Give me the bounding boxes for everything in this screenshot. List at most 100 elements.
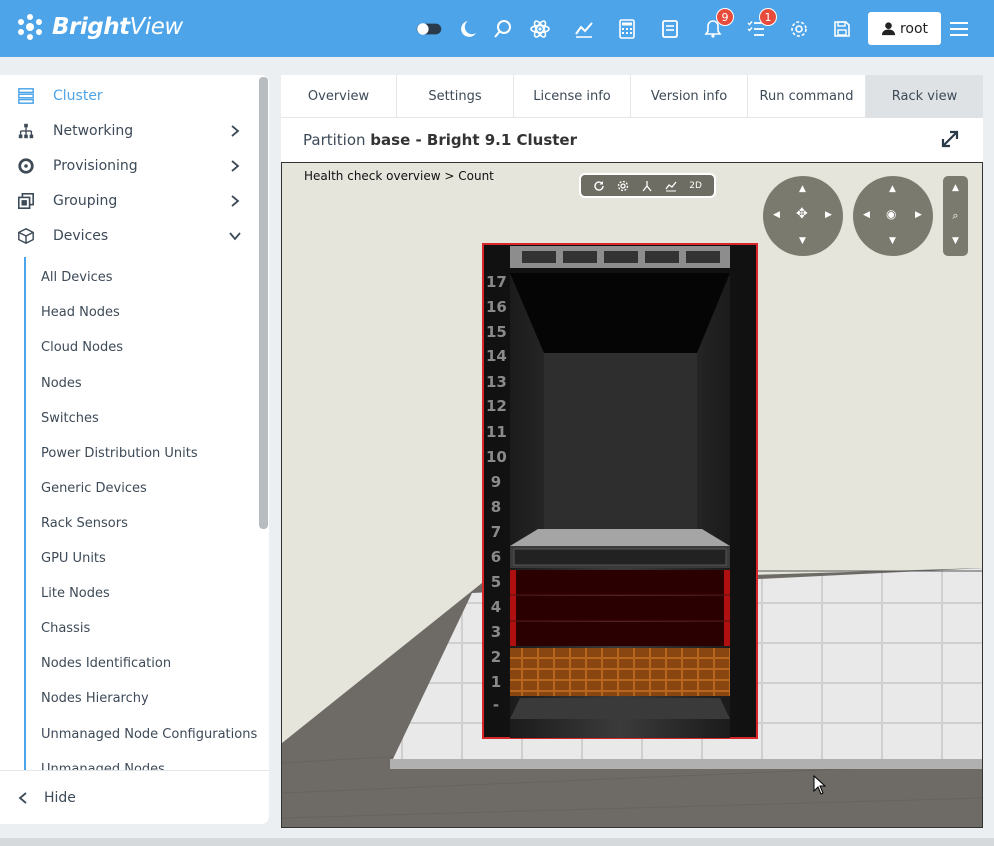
rotate-up-icon[interactable]: ▲ — [889, 184, 896, 194]
user-name: root — [899, 20, 929, 37]
sidebar-item-grouping[interactable]: Grouping — [0, 186, 260, 216]
eye-icon: ◉ — [886, 207, 897, 221]
pan-left-icon[interactable]: ◀ — [773, 210, 780, 220]
sidebar-item-networking[interactable]: Networking — [0, 116, 260, 146]
fullscreen-icon[interactable] — [940, 129, 960, 149]
chevron-left-icon — [18, 791, 27, 804]
sidebar-item-cluster[interactable]: Cluster — [0, 81, 260, 111]
rack-unit-label: 8 — [490, 498, 502, 516]
rotate-right-icon[interactable]: ▶ — [915, 210, 922, 220]
tasks-button[interactable]: 1 — [743, 8, 777, 42]
sidebar-item-devices[interactable]: Devices — [0, 221, 260, 251]
notifications-button[interactable]: 9 — [700, 8, 734, 42]
tasks-badge: 1 — [759, 8, 777, 26]
rotate-left-icon[interactable]: ◀ — [863, 210, 870, 220]
gear-icon[interactable] — [617, 180, 629, 192]
notifications-badge: 9 — [716, 8, 734, 26]
rack-unit-label: 12 — [486, 397, 507, 415]
rack-unit-label: 10 — [486, 448, 507, 466]
move-icon: ✥ — [796, 206, 808, 222]
tab-settings[interactable]: Settings — [397, 75, 514, 118]
sidebar-item-provisioning[interactable]: Provisioning — [0, 151, 260, 181]
server-icon — [16, 86, 36, 106]
atom-icon[interactable] — [527, 16, 553, 42]
document-icon[interactable] — [657, 16, 683, 42]
pan-down-icon[interactable]: ▼ — [799, 236, 806, 246]
zoom-in-icon[interactable]: ▲ — [943, 183, 968, 193]
sidebar-subitem-nodes-identification[interactable]: Nodes Identification — [41, 654, 171, 674]
sidebar-hide-button[interactable]: Hide — [0, 770, 269, 824]
zoom-out-icon[interactable]: ▼ — [943, 236, 968, 246]
settings-gear-icon[interactable] — [786, 16, 812, 42]
devices-submenu-line — [24, 257, 26, 824]
app-logo[interactable]: BrightView — [16, 13, 183, 41]
sidebar-scrollbar[interactable] — [259, 77, 268, 529]
chart-icon[interactable] — [665, 180, 677, 192]
hierarchy-icon[interactable] — [641, 180, 653, 192]
hamburger-menu-icon[interactable] — [946, 16, 972, 42]
tab-license-info[interactable]: License info — [514, 75, 631, 118]
rotate-control[interactable]: ▲ ▼ ◀ ▶ ◉ — [853, 176, 933, 256]
rack-unit-label: 14 — [486, 347, 507, 365]
search-icon[interactable] — [490, 16, 516, 42]
tab-rack-view[interactable]: Rack view — [866, 75, 983, 118]
tab-overview[interactable]: Overview — [281, 75, 397, 118]
moon-icon[interactable] — [457, 16, 483, 42]
sidebar-subitem-gpu-units[interactable]: GPU Units — [41, 549, 106, 569]
refresh-icon[interactable] — [593, 180, 605, 192]
user-menu-button[interactable]: root — [868, 12, 941, 45]
rack-unit-label: 3 — [490, 623, 502, 641]
page-title: Partition base - Bright 9.1 Cluster — [303, 131, 578, 149]
toggle-icon — [416, 23, 442, 35]
rack-3d-viewport[interactable]: 17 16 15 14 13 12 11 10 9 8 7 6 5 4 3 2 … — [281, 162, 983, 828]
group-icon — [16, 191, 36, 211]
mouse-cursor-icon — [813, 775, 827, 795]
chevron-right-icon — [231, 125, 240, 137]
save-icon[interactable] — [829, 16, 855, 42]
zoom-control[interactable]: ▲ ⌕ ▼ — [943, 176, 968, 256]
pan-right-icon[interactable]: ▶ — [825, 210, 832, 220]
rack-unit-label: - — [492, 696, 500, 714]
rack-unit-label: 9 — [490, 473, 502, 491]
rack-unit-label: 16 — [486, 298, 507, 316]
network-icon — [16, 121, 36, 141]
tab-version-info[interactable]: Version info — [631, 75, 748, 118]
sidebar-subitem-pdus[interactable]: Power Distribution Units — [41, 444, 198, 464]
sidebar-subitem-switches[interactable]: Switches — [41, 409, 99, 429]
rack-unit-label: 13 — [486, 373, 507, 391]
bright-logo-icon — [18, 14, 42, 40]
chevron-right-icon — [231, 160, 240, 172]
magnifier-icon: ⌕ — [952, 209, 959, 222]
tab-run-command[interactable]: Run command — [748, 75, 866, 118]
chart-icon[interactable] — [571, 16, 597, 42]
main-panel: Overview Settings License info Version i… — [281, 75, 983, 828]
sidebar-subitem-nodes-hierarchy[interactable]: Nodes Hierarchy — [41, 689, 149, 709]
sidebar: Cluster Networking Provisioning Grouping… — [0, 75, 269, 824]
chevron-down-icon — [229, 232, 241, 241]
sidebar-subitem-head-nodes[interactable]: Head Nodes — [41, 303, 120, 323]
sidebar-subitem-unmanaged-node-configurations[interactable]: Unmanaged Node Configurations — [41, 725, 257, 745]
rack-unit-label: 5 — [490, 573, 502, 591]
rack-unit-label: 11 — [486, 423, 507, 441]
tab-bar: Overview Settings License info Version i… — [281, 75, 983, 118]
sidebar-subitem-generic-devices[interactable]: Generic Devices — [41, 479, 147, 499]
pan-up-icon[interactable]: ▲ — [799, 184, 806, 194]
sidebar-subitem-chassis[interactable]: Chassis — [41, 619, 90, 639]
rack-scene — [282, 163, 982, 827]
view-toolbar: 2D — [579, 173, 716, 198]
user-icon — [881, 22, 896, 36]
sidebar-subitem-lite-nodes[interactable]: Lite Nodes — [41, 584, 110, 604]
pan-control[interactable]: ▲ ▼ ◀ ▶ ✥ — [763, 176, 843, 256]
sidebar-subitem-nodes[interactable]: Nodes — [41, 374, 82, 394]
sidebar-subitem-all-devices[interactable]: All Devices — [41, 268, 112, 288]
calculator-icon[interactable] — [614, 16, 640, 42]
rack-unit-label: 1 — [490, 673, 502, 691]
disc-icon — [16, 156, 36, 176]
sidebar-subitem-cloud-nodes[interactable]: Cloud Nodes — [41, 338, 123, 358]
view-2d-button[interactable]: 2D — [689, 181, 702, 191]
sidebar-subitem-rack-sensors[interactable]: Rack Sensors — [41, 514, 128, 534]
rotate-down-icon[interactable]: ▼ — [889, 236, 896, 246]
rack-unit-label: 6 — [490, 548, 502, 566]
theme-toggle[interactable] — [416, 16, 442, 42]
rack-unit-label: 4 — [490, 598, 502, 616]
